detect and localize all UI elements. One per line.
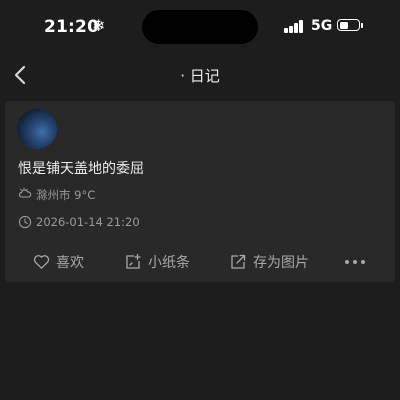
page-title: · 日记 — [180, 67, 220, 85]
diary-content: 恨是铺天盖地的委屈 — [18, 161, 144, 177]
status-time: 21:20 — [44, 17, 100, 37]
share-export-icon — [231, 254, 246, 269]
navigation-bar: · 日记 — [0, 54, 400, 96]
note-button[interactable]: 小纸条 — [124, 248, 190, 276]
like-button[interactable]: 喜欢 — [33, 248, 84, 276]
weather-text: 滁州市 9°C — [36, 188, 96, 202]
heart-icon — [33, 255, 50, 269]
weather-info: 滁州市 9°C — [18, 187, 218, 203]
network-type: 5G — [311, 18, 333, 34]
signal-strength-icon — [284, 20, 306, 33]
save-image-label: 存为图片 — [253, 255, 309, 271]
battery-cap — [361, 23, 363, 28]
snowflake-icon: ❄ — [92, 16, 106, 35]
note-add-icon — [126, 253, 141, 269]
note-label: 小纸条 — [148, 255, 190, 271]
partly-cloudy-icon — [18, 187, 32, 198]
action-bar: 喜欢 小纸条 存为图片 — [5, 248, 395, 276]
diary-card[interactable]: 恨是铺天盖地的委屈 滁州市 9°C 2026-01-14 21:20 喜欢 小纸… — [5, 101, 395, 282]
battery-icon — [337, 19, 360, 31]
like-label: 喜欢 — [56, 255, 84, 271]
dynamic-island — [142, 10, 258, 44]
avatar[interactable] — [17, 109, 57, 149]
clock-icon — [18, 215, 32, 229]
datetime-text: 2026-01-14 21:20 — [36, 215, 140, 229]
status-bar: 21:20 ❄ 5G — [0, 0, 400, 54]
save-image-button[interactable]: 存为图片 — [229, 248, 309, 276]
post-datetime: 2026-01-14 21:20 — [18, 215, 218, 231]
more-horizontal-icon[interactable] — [345, 248, 369, 276]
